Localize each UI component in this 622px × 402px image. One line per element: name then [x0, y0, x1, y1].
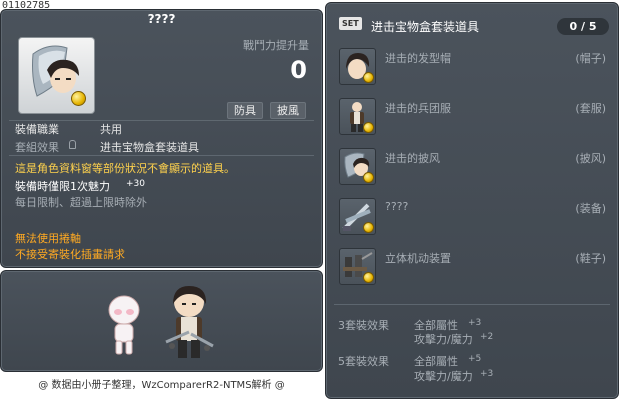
set-item-type: (披风): [575, 152, 606, 165]
set-effect-label: 3套裝效果: [338, 319, 389, 332]
divider: [334, 304, 610, 305]
set-item-type: (套服): [575, 102, 606, 115]
set-effect-label: 5套裝效果: [338, 355, 389, 368]
set-item-name: ????: [385, 200, 409, 213]
set-item-type: (鞋子): [575, 252, 606, 265]
limit-text: 每日限制、超過上限時除外: [15, 196, 147, 209]
set-info-panel: SET 进击宝物盒套装道具 0 / 5 进击的发型帽 (帽子) 进击的兵团服 (…: [325, 2, 619, 399]
charm-value: +30: [126, 179, 145, 189]
set-item-icon-frame: [339, 248, 376, 285]
tag-cape: 披風: [270, 102, 306, 119]
set-item-icon-frame: [339, 148, 376, 185]
avatar-preview-panel: [0, 270, 323, 372]
blank-avatar: [108, 295, 140, 355]
gold-coin-icon: [71, 91, 86, 106]
set-effect-stat: 全部屬性: [414, 355, 458, 368]
gold-coin-icon: [363, 122, 374, 133]
set-badge: SET: [339, 17, 362, 30]
set-item-name: 进击的发型帽: [385, 52, 451, 65]
set-item-type: (装备): [575, 202, 606, 215]
gold-coin-icon: [363, 222, 374, 233]
set-item-name: 进击的披风: [385, 152, 440, 165]
gold-coin-icon: [363, 172, 374, 183]
divider: [9, 155, 314, 156]
no-scroll-text: 無法使用捲軸: [15, 232, 81, 245]
set-label: 套組效果: [15, 141, 59, 154]
set-title: 进击宝物盒套装道具: [371, 20, 480, 34]
set-effect-stat: 攻擊力/魔力: [414, 333, 473, 346]
set-effect-stat: 攻擊力/魔力: [414, 370, 473, 383]
item-tooltip-panel: ???? 戰鬥力提升量 0 防具 披風 裝備職業 共用 套組效果 进击宝物盒套装…: [0, 9, 323, 268]
equipped-avatar: [165, 286, 214, 358]
gold-coin-icon: [363, 272, 374, 283]
item-icon-frame: [18, 37, 95, 114]
set-effect-value: +3: [480, 369, 494, 379]
set-item-type: (帽子): [575, 52, 606, 65]
set-item-icon-frame: [339, 98, 376, 135]
charm-label: 裝備時僅限1次魅力: [15, 180, 110, 193]
set-item-name: 立体机动装置: [385, 252, 451, 265]
credit-text: @ 数据由小册子整理，WzComparerR2-NTMS解析 @: [38, 380, 285, 391]
set-effect-value: +2: [480, 332, 494, 342]
set-count-badge: 0 / 5: [557, 18, 609, 35]
set-item-icon-frame: [339, 198, 376, 235]
set-effect-value: +3: [468, 318, 482, 328]
tag-armor: 防具: [227, 102, 263, 119]
job-value: 共用: [100, 123, 122, 136]
no-transfer-text: 不接受寄裝化插畫請求: [15, 248, 125, 261]
item-title: ????: [147, 12, 176, 26]
set-item-name: 进击的兵团服: [385, 102, 451, 115]
gold-coin-icon: [363, 72, 374, 83]
set-item-icon-frame: [339, 48, 376, 85]
warning-text: 這是角色資料窗等部份狀況不會顯示的道具。: [15, 162, 235, 175]
set-effect-value: +5: [468, 354, 482, 364]
power-label: 戰鬥力提升量: [243, 39, 309, 52]
lock-icon: [69, 140, 76, 149]
set-value: 进击宝物盒套装道具: [100, 141, 199, 154]
job-label: 裝備職業: [15, 123, 59, 136]
power-value: 0: [290, 56, 307, 84]
